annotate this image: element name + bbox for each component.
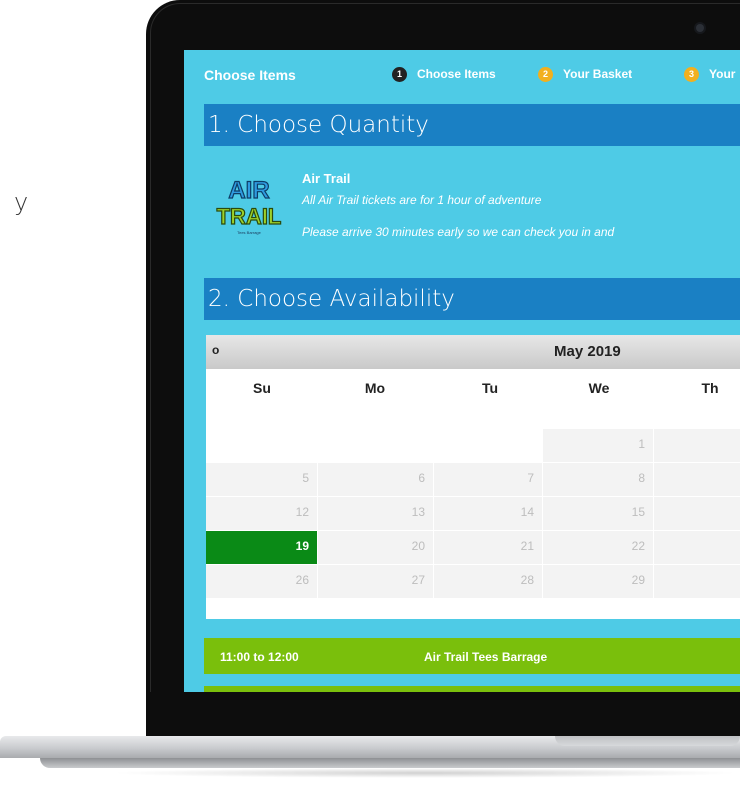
calendar-day[interactable]: 15 <box>543 497 654 531</box>
calendar-day[interactable]: 22 <box>543 531 654 565</box>
calendar-day <box>654 463 740 497</box>
step-label: Your <box>709 67 736 81</box>
webcam <box>696 24 704 32</box>
calendar-day[interactable]: 13 <box>318 497 434 531</box>
step-number-1: 1 <box>392 67 407 82</box>
logo-text-air: AIR <box>228 177 269 204</box>
step-your-basket[interactable]: 2 Your Basket <box>538 67 632 82</box>
weekday-header: Th <box>701 380 719 396</box>
booking-header: Choose Items 1 Choose Items 2 Your Basket … <box>184 50 740 100</box>
availability-calendar: o May 2019 Su Mo Tu We Th 1 5 6 7 8 12 13 14 15 1… <box>206 335 740 619</box>
laptop-screen: Choose Items 1 Choose Items 2 Your Basket … <box>184 50 740 692</box>
step-number-3: 3 <box>684 67 699 82</box>
air-trail-logo: AIR TRAIL Tees Barrage <box>216 176 282 235</box>
calendar-day[interactable]: 5 <box>206 463 318 497</box>
calendar-day[interactable]: 21 <box>434 531 543 565</box>
product-description: All Air Trail tickets are for 1 hour of … <box>302 193 542 207</box>
calendar-day[interactable]: 28 <box>434 565 543 599</box>
time-slot-row[interactable]: 11:00 to 12:00 Air Trail Tees Barrage <box>204 638 740 674</box>
calendar-day <box>206 429 318 463</box>
product-title: Air Trail <box>302 171 351 186</box>
product-note: Please arrive 30 minutes early so we can… <box>302 225 615 239</box>
calendar-header: o May 2019 <box>206 335 740 369</box>
calendar-month-title: May 2019 <box>554 343 621 360</box>
step-label: Choose Items <box>417 67 496 81</box>
calendar-day[interactable]: 14 <box>434 497 543 531</box>
calendar-day <box>434 429 543 463</box>
logo-text-subtitle: Tees Barrage <box>237 230 262 235</box>
section-heading-quantity: 1. Choose Quantity <box>204 104 740 146</box>
calendar-day[interactable]: 1 <box>543 429 654 463</box>
laptop-base <box>0 736 740 785</box>
calendar-day[interactable]: 12 <box>206 497 318 531</box>
calendar-day[interactable]: 8 <box>543 463 654 497</box>
calendar-day[interactable]: 27 <box>318 565 434 599</box>
laptop-base-notch <box>555 736 740 746</box>
slot-time: 11:00 to 12:00 <box>220 650 299 664</box>
background-text-fragment: y <box>14 188 29 216</box>
laptop-shadow <box>110 768 740 778</box>
calendar-day[interactable]: 29 <box>543 565 654 599</box>
step-your-details[interactable]: 3 Your <box>684 67 735 82</box>
calendar-day <box>654 565 740 599</box>
slot-activity-name: Air Trail Tees Barrage <box>424 650 548 664</box>
calendar-day[interactable]: 7 <box>434 463 543 497</box>
calendar-day <box>654 429 740 463</box>
laptop-bezel-bottom <box>146 692 740 737</box>
step-label: Your Basket <box>563 67 633 81</box>
weekday-header: Tu <box>481 380 499 396</box>
step-number-2: 2 <box>538 67 553 82</box>
calendar-day[interactable]: 6 <box>318 463 434 497</box>
section-heading-availability: 2. Choose Availability <box>204 278 740 320</box>
weekday-header: Mo <box>364 380 386 396</box>
header-title: Choose Items <box>204 67 296 83</box>
weekday-header: We <box>588 380 610 396</box>
calendar-day[interactable]: 26 <box>206 565 318 599</box>
laptop-base-bottom <box>40 758 740 768</box>
calendar-day <box>654 497 740 531</box>
calendar-day <box>654 531 740 565</box>
calendar-day[interactable]: 19 <box>206 531 318 565</box>
calendar-day <box>318 429 434 463</box>
calendar-day[interactable]: 20 <box>318 531 434 565</box>
logo-text-trail: TRAIL <box>217 204 282 229</box>
time-slot-row-partial[interactable] <box>204 686 740 692</box>
step-choose-items[interactable]: 1 Choose Items <box>392 67 496 82</box>
calendar-prev-button[interactable]: o <box>212 343 219 357</box>
weekday-header: Su <box>253 380 271 396</box>
